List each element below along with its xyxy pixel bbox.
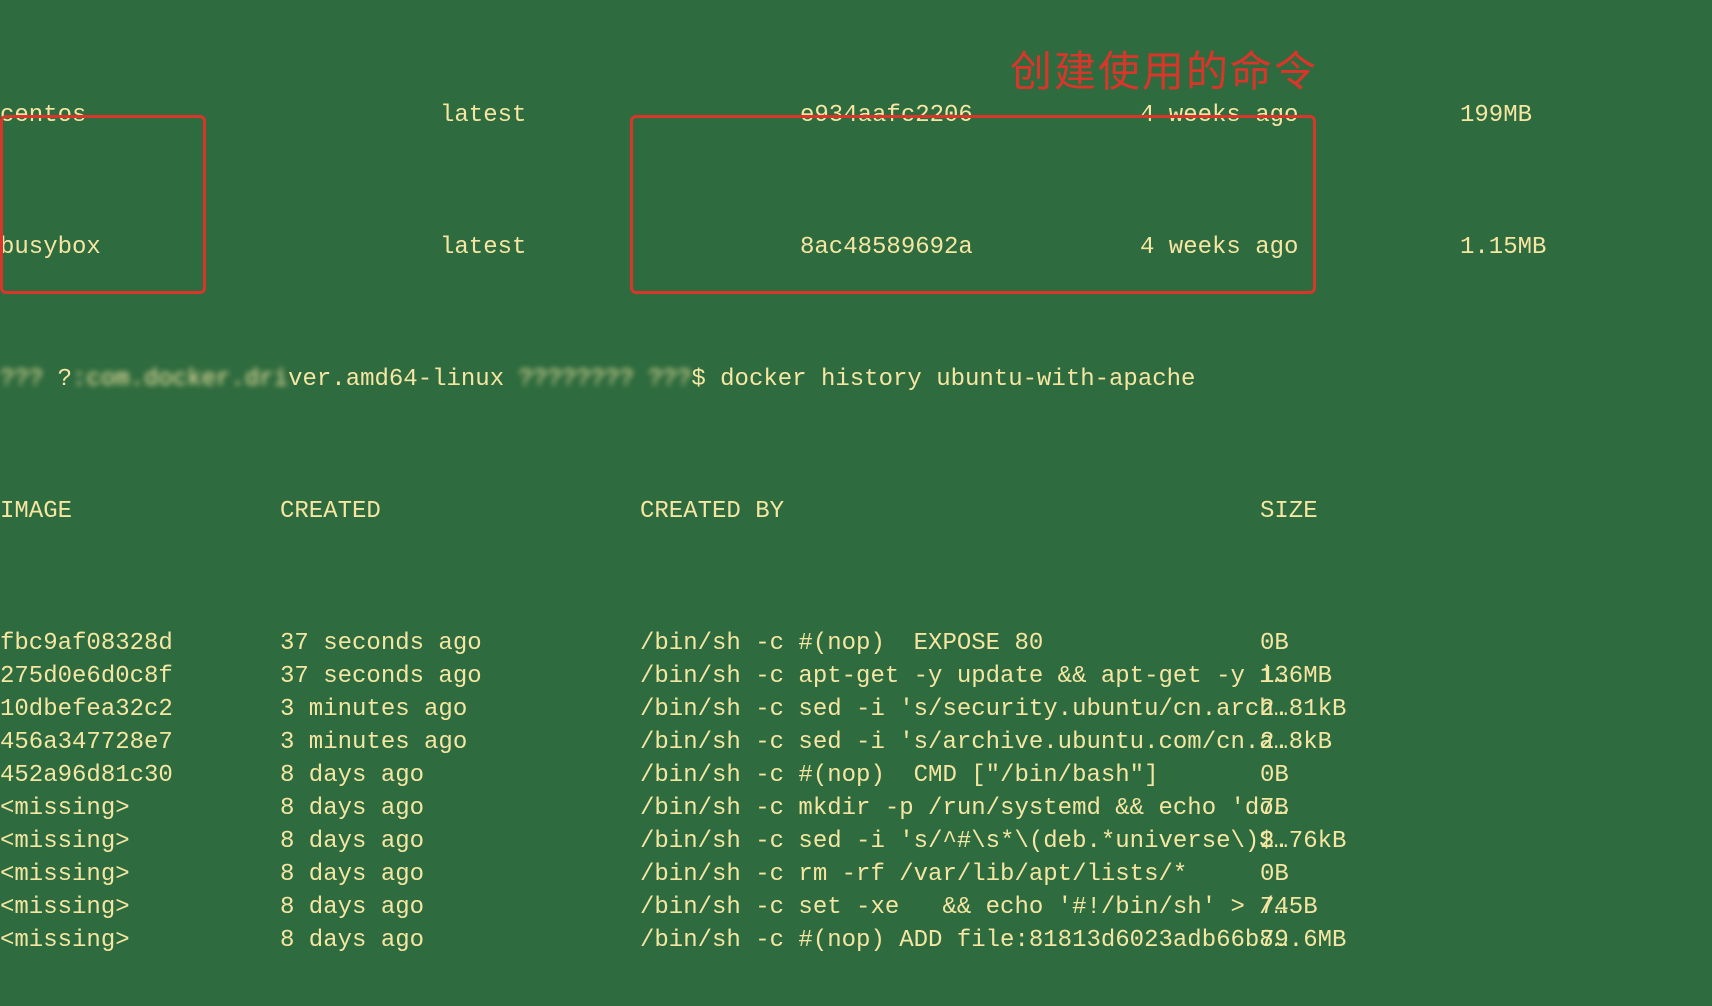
history-image: <missing> bbox=[0, 924, 280, 957]
history-size: 0B bbox=[1260, 759, 1390, 792]
history-created: 8 days ago bbox=[280, 924, 640, 957]
history-image: 10dbefea32c2 bbox=[0, 693, 280, 726]
history-row: <missing>8 days ago/bin/sh -c #(nop) ADD… bbox=[0, 924, 1712, 957]
history-created: 8 days ago bbox=[280, 858, 640, 891]
image-tag: latest bbox=[440, 99, 800, 132]
history-created-by: /bin/sh -c sed -i 's/security.ubuntu/cn.… bbox=[640, 693, 1260, 726]
image-id: 8ac48589692a bbox=[800, 231, 1140, 264]
image-repo: busybox bbox=[0, 231, 440, 264]
history-created-by: /bin/sh -c sed -i 's/^#\s*\(deb.*univers… bbox=[640, 825, 1260, 858]
image-size: 199MB bbox=[1460, 99, 1660, 132]
annotation-text: 创建使用的命令 bbox=[1010, 55, 1318, 88]
history-created: 37 seconds ago bbox=[280, 660, 640, 693]
history-image: <missing> bbox=[0, 825, 280, 858]
history-image: <missing> bbox=[0, 858, 280, 891]
history-size: 745B bbox=[1260, 891, 1390, 924]
history-created: 8 days ago bbox=[280, 759, 640, 792]
history-created-by: /bin/sh -c #(nop) ADD file:81813d6023adb… bbox=[640, 924, 1260, 957]
history-image: <missing> bbox=[0, 792, 280, 825]
prompt-command: docker history ubuntu-with-apache bbox=[720, 363, 1195, 396]
image-id: e934aafc2206 bbox=[800, 99, 1140, 132]
header-image: IMAGE bbox=[0, 495, 280, 528]
history-size: 0B bbox=[1260, 858, 1390, 891]
history-image: 452a96d81c30 bbox=[0, 759, 280, 792]
history-created: 8 days ago bbox=[280, 792, 640, 825]
history-created: 8 days ago bbox=[280, 891, 640, 924]
image-created: 4 weeks ago bbox=[1140, 231, 1460, 264]
history-created-by: /bin/sh -c set -xe && echo '#!/bin/sh' >… bbox=[640, 891, 1260, 924]
image-tag: latest bbox=[440, 231, 800, 264]
history-created-by: /bin/sh -c #(nop) EXPOSE 80 bbox=[640, 627, 1260, 660]
history-image: 456a347728e7 bbox=[0, 726, 280, 759]
history-row: <missing>8 days ago/bin/sh -c set -xe &&… bbox=[0, 891, 1712, 924]
history-row: fbc9af08328d37 seconds ago/bin/sh -c #(n… bbox=[0, 627, 1712, 660]
history-row: <missing>8 days ago/bin/sh -c sed -i 's/… bbox=[0, 825, 1712, 858]
terminal-output[interactable]: centos latest e934aafc2206 4 weeks ago 1… bbox=[0, 0, 1712, 1006]
history-size: 2.81kB bbox=[1260, 693, 1390, 726]
history-size: 7B bbox=[1260, 792, 1390, 825]
history-image: <missing> bbox=[0, 891, 280, 924]
header-created-by: CREATED BY bbox=[640, 495, 1260, 528]
history-row: 10dbefea32c23 minutes ago/bin/sh -c sed … bbox=[0, 693, 1712, 726]
history-created: 37 seconds ago bbox=[280, 627, 640, 660]
history-size: 79.6MB bbox=[1260, 924, 1390, 957]
history-size: 136MB bbox=[1260, 660, 1390, 693]
history-size: 2.76kB bbox=[1260, 825, 1390, 858]
prompt-user-host: ??? ?:com.docker.driver.amd64-linux ????… bbox=[0, 363, 720, 396]
history-row: 452a96d81c308 days ago/bin/sh -c #(nop) … bbox=[0, 759, 1712, 792]
history-created-by: /bin/sh -c #(nop) CMD ["/bin/bash"] bbox=[640, 759, 1260, 792]
header-size: SIZE bbox=[1260, 495, 1390, 528]
history-row: 275d0e6d0c8f37 seconds ago/bin/sh -c apt… bbox=[0, 660, 1712, 693]
history-image: 275d0e6d0c8f bbox=[0, 660, 280, 693]
history-created-by: /bin/sh -c sed -i 's/archive.ubuntu.com/… bbox=[640, 726, 1260, 759]
history-header: IMAGE CREATED CREATED BY SIZE bbox=[0, 495, 1712, 528]
history-size: 2.8kB bbox=[1260, 726, 1390, 759]
image-repo: centos bbox=[0, 99, 440, 132]
header-created: CREATED bbox=[280, 495, 640, 528]
history-created: 3 minutes ago bbox=[280, 726, 640, 759]
history-row: <missing>8 days ago/bin/sh -c rm -rf /va… bbox=[0, 858, 1712, 891]
image-row: centos latest e934aafc2206 4 weeks ago 1… bbox=[0, 99, 1712, 132]
image-created: 4 weeks ago bbox=[1140, 99, 1460, 132]
image-size: 1.15MB bbox=[1460, 231, 1660, 264]
history-created-by: /bin/sh -c rm -rf /var/lib/apt/lists/* bbox=[640, 858, 1260, 891]
prompt-line: ??? ?:com.docker.driver.amd64-linux ????… bbox=[0, 363, 1712, 396]
history-created-by: /bin/sh -c apt-get -y update && apt-get … bbox=[640, 660, 1260, 693]
history-size: 0B bbox=[1260, 627, 1390, 660]
history-row: <missing>8 days ago/bin/sh -c mkdir -p /… bbox=[0, 792, 1712, 825]
history-created: 8 days ago bbox=[280, 825, 640, 858]
history-created-by: /bin/sh -c mkdir -p /run/systemd && echo… bbox=[640, 792, 1260, 825]
history-image: fbc9af08328d bbox=[0, 627, 280, 660]
history-row: 456a347728e73 minutes ago/bin/sh -c sed … bbox=[0, 726, 1712, 759]
image-row: busybox latest 8ac48589692a 4 weeks ago … bbox=[0, 231, 1712, 264]
history-created: 3 minutes ago bbox=[280, 693, 640, 726]
